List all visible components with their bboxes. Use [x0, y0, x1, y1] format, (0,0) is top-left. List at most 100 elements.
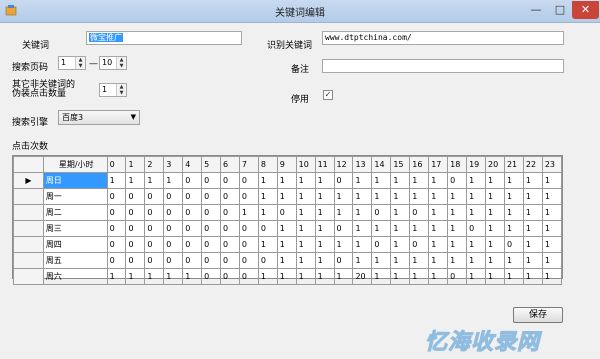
day-cell[interactable]: 周三 [42, 220, 108, 237]
click-count-cell[interactable]: 1 [485, 268, 505, 285]
day-cell[interactable]: 周六 [42, 268, 108, 285]
click-count-cell[interactable]: 1 [144, 172, 165, 189]
click-count-cell[interactable]: 1 [522, 268, 543, 285]
click-count-cell[interactable]: 0 [220, 204, 240, 221]
minimize-button[interactable]: — [524, 1, 548, 19]
click-count-cell[interactable]: 0 [125, 236, 146, 253]
click-count-cell[interactable]: 1 [257, 204, 278, 221]
click-count-cell[interactable]: 1 [333, 204, 354, 221]
click-count-cell[interactable]: 0 [276, 204, 297, 221]
click-count-cell[interactable]: 1 [295, 268, 316, 285]
click-count-cell[interactable]: 1 [390, 204, 411, 221]
click-count-cell[interactable]: 1 [428, 220, 449, 237]
click-count-cell[interactable]: 1 [485, 220, 505, 237]
click-count-cell[interactable]: 1 [390, 236, 411, 253]
click-count-cell[interactable]: 1 [333, 268, 354, 285]
click-count-cell[interactable]: 0 [220, 236, 240, 253]
click-count-cell[interactable]: 1 [295, 252, 316, 269]
click-count-cell[interactable]: 1 [541, 188, 563, 205]
click-count-cell[interactable]: 0 [333, 220, 354, 237]
click-count-cell[interactable]: 1 [522, 236, 543, 253]
click-count-cell[interactable]: 0 [201, 252, 221, 269]
spin-down-icon[interactable]: ▼ [117, 63, 126, 69]
click-count-cell[interactable]: 1 [371, 220, 392, 237]
click-count-cell[interactable]: 0 [144, 220, 165, 237]
click-count-cell[interactable]: 0 [163, 204, 184, 221]
row-header[interactable] [13, 268, 44, 285]
click-count-cell[interactable]: 1 [522, 204, 543, 221]
click-count-cell[interactable]: 1 [276, 252, 297, 269]
click-count-cell[interactable]: 1 [352, 188, 373, 205]
click-count-cell[interactable]: 1 [466, 204, 486, 221]
click-count-cell[interactable]: 1 [503, 252, 524, 269]
click-count-cell[interactable]: 0 [238, 252, 259, 269]
click-count-cell[interactable]: 0 [201, 204, 221, 221]
click-count-cell[interactable]: 1 [276, 236, 297, 253]
click-count-cell[interactable]: 1 [485, 172, 505, 189]
click-count-cell[interactable]: 1 [409, 188, 430, 205]
click-count-cell[interactable]: 0 [182, 252, 203, 269]
click-count-cell[interactable]: 1 [314, 220, 335, 237]
click-count-cell[interactable]: 0 [257, 252, 278, 269]
click-count-cell[interactable]: 1 [409, 172, 430, 189]
click-count-cell[interactable]: 1 [503, 204, 524, 221]
click-schedule-grid[interactable]: 星期/小时 0 1 2 3 4 5 6 7 8 9 10 11 12 13 14 15 16 17 18 19 20 21 2… [12, 155, 563, 285]
click-count-cell[interactable]: 0 [182, 236, 203, 253]
click-count-cell[interactable]: 1 [106, 172, 127, 189]
click-count-cell[interactable]: 0 [144, 236, 165, 253]
click-count-cell[interactable]: 1 [390, 268, 411, 285]
day-cell[interactable]: 周一 [42, 188, 108, 205]
click-count-cell[interactable]: 1 [144, 268, 165, 285]
click-count-cell[interactable]: 1 [371, 172, 392, 189]
click-count-cell[interactable]: 0 [163, 252, 184, 269]
click-count-cell[interactable]: 0 [106, 188, 127, 205]
click-count-cell[interactable]: 1 [276, 172, 297, 189]
click-count-cell[interactable]: 0 [238, 268, 259, 285]
click-count-cell[interactable]: 1 [295, 204, 316, 221]
click-count-cell[interactable]: 0 [201, 220, 221, 237]
click-count-cell[interactable]: 1 [333, 236, 354, 253]
row-header[interactable] [13, 252, 44, 269]
click-count-cell[interactable]: 1 [390, 252, 411, 269]
day-cell[interactable]: 周二 [42, 204, 108, 221]
click-count-cell[interactable]: 1 [352, 252, 373, 269]
click-count-cell[interactable]: 1 [522, 188, 543, 205]
click-count-cell[interactable]: 1 [428, 188, 449, 205]
click-count-cell[interactable]: 0 [371, 204, 392, 221]
click-count-cell[interactable]: 1 [428, 252, 449, 269]
click-count-cell[interactable]: 1 [352, 220, 373, 237]
click-count-cell[interactable]: 1 [485, 188, 505, 205]
click-count-cell[interactable]: 20 [352, 268, 373, 285]
click-count-cell[interactable]: 0 [163, 188, 184, 205]
click-count-cell[interactable]: 0 [106, 220, 127, 237]
click-count-cell[interactable]: 1 [409, 252, 430, 269]
click-count-cell[interactable]: 0 [220, 188, 240, 205]
click-count-cell[interactable]: 0 [125, 252, 146, 269]
click-count-cell[interactable]: 0 [257, 220, 278, 237]
click-count-cell[interactable]: 1 [371, 252, 392, 269]
day-cell[interactable]: 周五 [42, 252, 108, 269]
click-count-cell[interactable]: 0 [201, 188, 221, 205]
click-count-cell[interactable]: 1 [390, 220, 411, 237]
click-count-cell[interactable]: 1 [522, 220, 543, 237]
click-count-cell[interactable]: 1 [295, 172, 316, 189]
click-count-cell[interactable]: 1 [352, 236, 373, 253]
click-count-cell[interactable]: 1 [541, 268, 563, 285]
click-count-cell[interactable]: 1 [257, 236, 278, 253]
click-count-cell[interactable]: 1 [276, 220, 297, 237]
click-count-cell[interactable]: 1 [371, 188, 392, 205]
click-count-cell[interactable]: 1 [295, 236, 316, 253]
click-count-cell[interactable]: 1 [182, 268, 203, 285]
click-count-cell[interactable]: 1 [295, 220, 316, 237]
click-count-cell[interactable]: 0 [409, 236, 430, 253]
click-count-cell[interactable]: 1 [541, 252, 563, 269]
click-count-cell[interactable]: 0 [144, 252, 165, 269]
click-count-cell[interactable]: 0 [182, 220, 203, 237]
click-count-cell[interactable]: 0 [201, 268, 221, 285]
click-count-cell[interactable]: 1 [428, 172, 449, 189]
click-count-cell[interactable]: 1 [314, 236, 335, 253]
click-count-cell[interactable]: 1 [503, 268, 524, 285]
click-count-cell[interactable]: 1 [428, 236, 449, 253]
click-count-cell[interactable]: 1 [541, 220, 563, 237]
click-count-cell[interactable]: 1 [409, 220, 430, 237]
